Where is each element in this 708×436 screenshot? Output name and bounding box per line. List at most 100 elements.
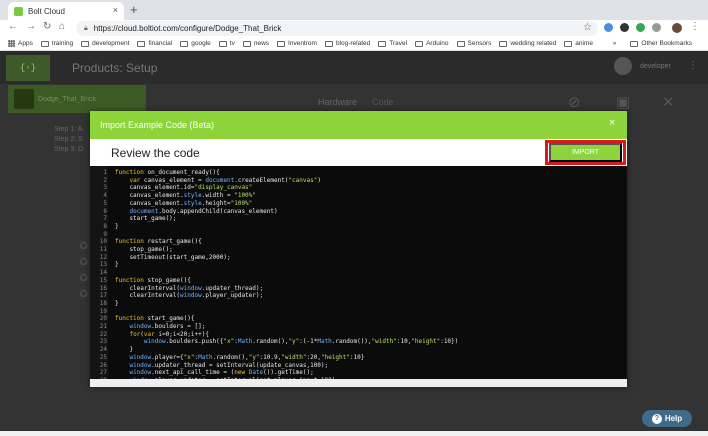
review-heading: Review the code	[111, 146, 200, 160]
line-number: 1	[103, 169, 107, 176]
forward-icon[interactable]: →	[26, 21, 36, 32]
bookmark-folder[interactable]: blog-related	[324, 40, 370, 47]
bookmark-folder[interactable]: training	[40, 40, 73, 47]
bookmark-folder[interactable]: development	[81, 40, 129, 47]
code-line: 2 var canvas_element = document.createEl…	[90, 177, 627, 185]
line-number: 6	[103, 207, 107, 215]
bookmark-folder[interactable]: google	[180, 40, 211, 47]
code-text: start_game();	[115, 215, 177, 223]
line-number: 24	[99, 346, 107, 354]
code-text: var canvas_element = document.createElem…	[129, 176, 321, 184]
code-line: 23 window.boulders.push({"x":Math.random…	[90, 338, 627, 346]
tab-close-icon[interactable]: ×	[113, 5, 118, 15]
chrome-menu-icon[interactable]: ⋮	[690, 21, 700, 32]
home-icon[interactable]: ⌂	[59, 21, 65, 32]
bookmark-folder[interactable]: Travel	[378, 40, 407, 47]
app-header: {◦} Products: Setup developer ⋮	[0, 51, 708, 84]
code-line: 10 function restart_game(){	[90, 238, 627, 246]
code-text: }	[115, 346, 134, 354]
folder-icon	[242, 40, 251, 47]
line-number: 22	[99, 330, 107, 338]
line-number: 4	[103, 192, 107, 200]
code-text: canvas_element.style.height="100%"	[115, 199, 253, 207]
bookmark-folder[interactable]: anime	[564, 40, 593, 47]
code-text: canvas_element.id="display_canvas"	[115, 184, 253, 192]
code-line: 7 start_game();	[90, 215, 627, 223]
help-question-icon: ?	[651, 413, 662, 424]
bookmark-folder[interactable]: wedding related	[499, 40, 556, 47]
help-button[interactable]: ? Help	[642, 410, 692, 427]
line-number: 9	[103, 230, 107, 238]
back-icon[interactable]: ←	[8, 21, 18, 32]
folder-icon	[277, 40, 286, 47]
radio-option[interactable]	[80, 290, 87, 297]
radio-option[interactable]	[80, 274, 87, 281]
radio-option[interactable]	[80, 258, 87, 265]
code-line: 24 }	[90, 346, 627, 354]
profile-avatar[interactable]	[672, 23, 682, 33]
device-card[interactable]: Dodge_That_Brick	[8, 85, 146, 113]
bookmark-star-icon[interactable]: ☆	[583, 22, 592, 33]
tab-code[interactable]: Code	[372, 97, 394, 107]
bookmark-folder[interactable]: news	[242, 40, 269, 47]
username[interactable]: developer	[640, 63, 671, 70]
code-line: 5 canvas_element.style.height="100%"	[90, 200, 627, 208]
avatar[interactable]	[614, 57, 632, 75]
code-line: 14	[90, 269, 627, 277]
bookmark-folder[interactable]: financial	[137, 40, 172, 47]
link-icon[interactable]: ⊘	[568, 93, 581, 111]
browser-tab[interactable]: Bolt Cloud ×	[8, 2, 124, 20]
code-text: function stop_game(){	[115, 276, 191, 284]
bookmark-folder[interactable]: Sensors	[456, 40, 491, 47]
extension-icon[interactable]	[636, 23, 645, 32]
bookmark-folder[interactable]: Inventrom	[277, 40, 317, 47]
modal-close-icon[interactable]: ×	[609, 117, 615, 129]
modal-header: Import Example Code (Beta) ×	[90, 111, 627, 139]
save-icon[interactable]: ▣	[616, 93, 630, 111]
folder-icon	[137, 40, 146, 47]
line-number: 14	[99, 269, 107, 277]
address-bar[interactable]: 🔒︎ https://cloud.boltiot.com/configure/D…	[76, 21, 598, 36]
code-line: 25 window.player={"x":Math.random(),"y":…	[90, 354, 627, 362]
code-text: function restart_game(){	[115, 238, 202, 246]
tab-strip: Bolt Cloud × +	[0, 0, 708, 20]
folder-icon	[81, 40, 90, 47]
code-text: for(var i=0;i<20;i++){	[129, 330, 209, 338]
code-line: 4 canvas_element.style.width = "100%"	[90, 192, 627, 200]
code-text: stop_game();	[115, 246, 173, 253]
extension-icon[interactable]	[604, 23, 613, 32]
line-number: 23	[99, 338, 107, 346]
code-text: window.next_api_call_time = (new Date())…	[129, 369, 314, 377]
tab-hardware[interactable]: Hardware	[318, 97, 357, 107]
line-number: 11	[99, 246, 107, 253]
code-editor[interactable]: 1 function on_document_ready(){2 var canv…	[90, 166, 627, 379]
line-number: 13	[99, 261, 107, 269]
code-line: 15 function stop_game(){	[90, 277, 627, 285]
extension-icon[interactable]	[652, 23, 661, 32]
new-tab-button[interactable]: +	[130, 2, 138, 17]
bookmark-folder[interactable]: Arduino	[415, 40, 449, 47]
code-line: 8}	[90, 223, 627, 231]
code-text: function on_document_ready(){	[115, 169, 220, 176]
reload-icon[interactable]: ↻	[43, 21, 51, 32]
tab-title: Bolt Cloud	[28, 6, 65, 16]
line-number: 18	[99, 299, 107, 307]
line-number: 7	[103, 215, 107, 223]
bookmarks-overflow[interactable]: »	[613, 40, 617, 47]
close-icon[interactable]: ✕	[662, 93, 675, 111]
code-text: window.boulders = [];	[129, 323, 206, 330]
folder-icon	[324, 40, 333, 47]
bookmark-apps[interactable]: Apps	[8, 40, 33, 47]
extension-icon[interactable]	[620, 23, 629, 32]
help-label: Help	[664, 414, 683, 423]
code-line: 17 clearInterval(window.player_updater);	[90, 292, 627, 300]
line-number: 27	[99, 369, 107, 377]
code-text: }	[115, 222, 119, 230]
other-bookmarks[interactable]: Other Bookmarks	[630, 40, 692, 47]
code-line: 21 window.boulders = [];	[90, 323, 627, 331]
import-button[interactable]: IMPORT	[549, 143, 622, 162]
bookmark-folder[interactable]: tv	[218, 40, 235, 47]
more-options-icon[interactable]: ⋮	[688, 60, 698, 71]
radio-option[interactable]	[80, 242, 87, 249]
line-number: 19	[99, 307, 107, 315]
